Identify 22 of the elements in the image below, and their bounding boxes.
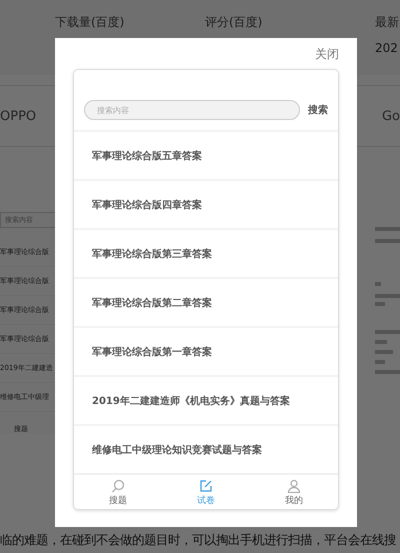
- list-item[interactable]: 2019年二建建造师《机电实务》真题与答案: [74, 375, 338, 424]
- list-item[interactable]: 军事理论综合版四章答案: [74, 179, 338, 228]
- column-heading: 最新: [375, 14, 399, 31]
- edit-icon: [199, 479, 213, 493]
- search-button[interactable]: 搜索: [308, 103, 328, 117]
- list-item[interactable]: 军事理论综合版第一章答案: [74, 326, 338, 375]
- paragraph: 临的难题，在碰到不会做的题目时，可以掏出手机进行扫描，平台会在线搜: [0, 532, 396, 549]
- list-item[interactable]: 军事理论综合版第三章答案: [74, 228, 338, 277]
- store-name: Go: [382, 108, 400, 124]
- tab[interactable]: 我的: [279, 479, 309, 507]
- column-heading: 下载量(百度): [55, 14, 126, 31]
- column-heading: 评分(百度): [205, 14, 264, 31]
- list-item[interactable]: 维修电工中级理论知识竞赛试题与答案: [74, 424, 338, 473]
- user-icon: [287, 479, 301, 493]
- close-button[interactable]: 关闭: [315, 46, 339, 63]
- search-field[interactable]: 搜索内容: [84, 100, 300, 120]
- tab[interactable]: 搜题: [103, 479, 133, 507]
- search-icon: [111, 479, 125, 493]
- list-item[interactable]: 军事理论综合版第二章答案: [74, 277, 338, 326]
- list-item[interactable]: 军事理论综合版五章答案: [74, 130, 338, 179]
- store-name: OPPO: [0, 108, 36, 124]
- table-cell: 202: [375, 41, 399, 55]
